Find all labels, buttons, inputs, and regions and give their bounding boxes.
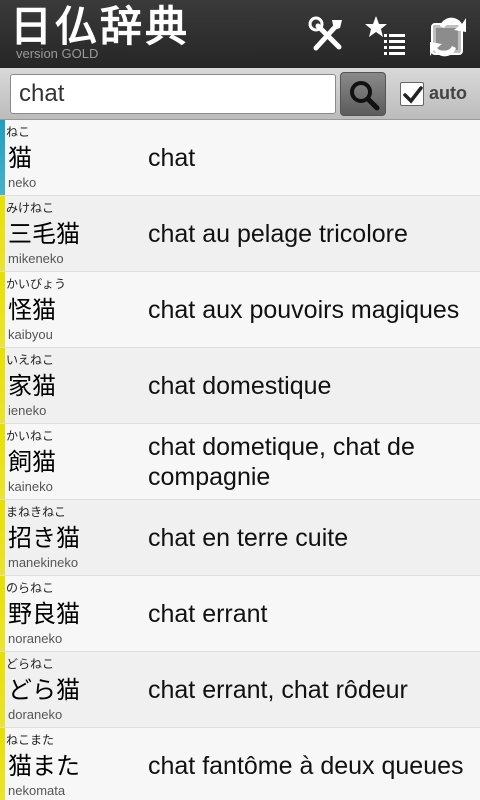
- result-row[interactable]: まねきねこ 招き猫 manekineko chat en terre cuite: [0, 500, 480, 576]
- result-meaning: chat fantôme à deux queues: [148, 752, 464, 780]
- row-indicator-bar: [0, 272, 5, 347]
- result-kanji: 怪猫: [8, 296, 56, 324]
- row-indicator-bar: [0, 424, 5, 499]
- result-row[interactable]: のらねこ 野良猫 noraneko chat errant: [0, 576, 480, 652]
- result-row[interactable]: ねこまた 猫また nekomata chat fantôme à deux qu…: [0, 728, 480, 800]
- result-meaning: chat errant: [148, 600, 268, 628]
- row-indicator-bar: [0, 500, 5, 575]
- result-romaji: neko: [8, 175, 37, 190]
- search-button[interactable]: [340, 72, 386, 116]
- result-kanji: 野良猫: [8, 600, 80, 628]
- result-kanji: 三毛猫: [8, 220, 80, 248]
- result-row[interactable]: ねこ 猫 neko chat: [0, 120, 480, 196]
- search-input[interactable]: [10, 74, 336, 114]
- row-indicator-bar: [0, 348, 5, 423]
- result-kanji: 猫: [8, 144, 32, 172]
- tools-icon[interactable]: [306, 14, 350, 58]
- result-romaji: kaibyou: [8, 327, 53, 342]
- search-icon: [350, 81, 380, 111]
- search-bar: auto: [0, 68, 480, 120]
- result-meaning: chat errant, chat rôdeur: [148, 676, 408, 704]
- app-header: 日仏辞典 version GOLD: [0, 0, 480, 68]
- row-indicator-bar: [0, 120, 5, 195]
- result-kanji: 招き猫: [8, 524, 80, 552]
- result-meaning: chat au pelage tricolore: [148, 220, 408, 248]
- results-list: ねこ 猫 neko chat みけねこ 三毛猫 mikeneko chat au…: [0, 120, 480, 800]
- result-row[interactable]: かいびょう 怪猫 kaibyou chat aux pouvoirs magiq…: [0, 272, 480, 348]
- result-romaji: kaineko: [8, 479, 53, 494]
- row-indicator-bar: [0, 652, 5, 727]
- favorites-list-icon[interactable]: [364, 14, 408, 58]
- result-romaji: doraneko: [8, 707, 63, 722]
- result-meaning: chat domestique: [148, 372, 332, 400]
- auto-checkbox[interactable]: [400, 82, 424, 106]
- auto-label: auto: [429, 83, 467, 103]
- switch-dictionary-icon[interactable]: [426, 14, 470, 58]
- result-meaning: chat: [148, 144, 196, 172]
- row-indicator-bar: [0, 196, 5, 271]
- result-kanji: 猫また: [8, 752, 80, 780]
- auto-toggle[interactable]: auto: [400, 82, 472, 108]
- checkmark-icon: [403, 86, 423, 104]
- row-indicator-bar: [0, 728, 5, 800]
- app-title: 日仏辞典: [10, 2, 191, 51]
- result-kanji: 飼猫: [8, 448, 56, 476]
- result-romaji: mikeneko: [8, 251, 64, 266]
- result-row[interactable]: どらねこ どら猫 doraneko chat errant, chat rôde…: [0, 652, 480, 728]
- result-row[interactable]: かいねこ 飼猫 kaineko chat dometique, chat de …: [0, 424, 480, 500]
- result-meaning: chat en terre cuite: [148, 524, 349, 552]
- result-meaning: chat aux pouvoirs magiques: [148, 296, 460, 324]
- result-romaji: ieneko: [8, 403, 47, 418]
- result-row[interactable]: みけねこ 三毛猫 mikeneko chat au pelage tricolo…: [0, 196, 480, 272]
- result-kanji: 家猫: [8, 372, 56, 400]
- result-romaji: nekomata: [8, 783, 66, 798]
- app-version: version GOLD: [16, 46, 99, 61]
- result-romaji: noraneko: [8, 631, 63, 646]
- result-romaji: manekineko: [8, 555, 79, 570]
- row-indicator-bar: [0, 576, 5, 651]
- result-kanji: どら猫: [8, 676, 80, 704]
- result-meaning: chat dometique, chat de compagnie: [148, 433, 415, 491]
- result-row[interactable]: いえねこ 家猫 ieneko chat domestique: [0, 348, 480, 424]
